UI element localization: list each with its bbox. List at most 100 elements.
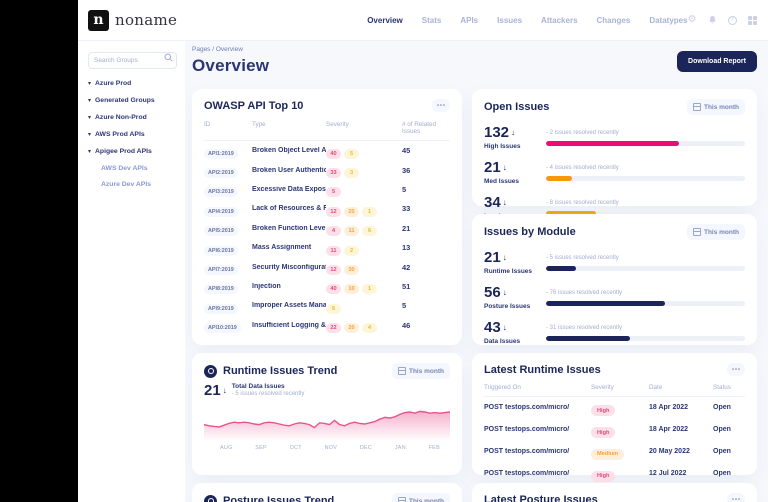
stat-value: 132↓ [484, 125, 546, 140]
sidebar-group-generated-groups[interactable]: ▾Generated Groups [88, 97, 177, 104]
owasp-row[interactable]: API8:2019Injection4010151 [204, 277, 450, 296]
owasp-row[interactable]: API6:2019Mass Assignment11213 [204, 238, 450, 257]
download-report-button[interactable]: Download Report [677, 51, 757, 72]
owasp-id-chip: API8:2019 [204, 284, 238, 294]
posture-trend-period-button[interactable]: This month [392, 493, 450, 502]
owasp-row[interactable]: API2:2019Broken User Authentication33336 [204, 160, 450, 179]
open-issues-list: 132↓High Issues- 2 issues resolved recen… [484, 125, 745, 220]
owasp-total: 33 [402, 204, 450, 213]
owasp-total: 46 [402, 321, 450, 330]
col-severity: Severity [326, 121, 402, 135]
help-icon[interactable]: ? [728, 16, 737, 25]
runtime-trend-title: Runtime Issues Trend [223, 365, 337, 377]
runtime-trend-label: Total Data Issues [232, 383, 305, 390]
owasp-severity-badges: 22204 [326, 316, 402, 334]
latest-runtime-menu-button[interactable]: ⋯ [727, 363, 745, 376]
severity-badge-med: Medium [591, 449, 624, 460]
latest-runtime-row[interactable]: POST testops.com/micro/High18 Apr 2022Op… [484, 397, 745, 419]
severity-badge-high: 40 [326, 149, 341, 159]
stat-value: 21↓ [484, 250, 546, 265]
letterbox-strip [0, 0, 78, 502]
caret-down-icon: ▾ [88, 97, 91, 104]
breadcrumb[interactable]: Pages / Overview [192, 46, 269, 53]
stat-label: Runtime Issues [484, 268, 546, 275]
sidebar-group-azure-prod[interactable]: ▾Azure Prod [88, 80, 177, 87]
severity-badge-high: 12 [326, 265, 341, 275]
owasp-severity-badges: 4116 [326, 219, 402, 237]
x-tick-nov: NOV [325, 445, 338, 451]
chart-area-fill [204, 411, 450, 441]
owasp-row[interactable]: API7:2019Security Misconfiguration123042 [204, 257, 450, 276]
owasp-row[interactable]: API4:2019Lack of Resources & Rate Limiti… [204, 199, 450, 218]
runtime-trend-value: 21↓ [204, 383, 227, 398]
stat-note: - 5 issues resolved recently [546, 255, 745, 261]
stat-label: High Issues [484, 143, 546, 150]
nav-tab-apis[interactable]: APIs [460, 16, 478, 25]
x-tick-oct: OCT [290, 445, 302, 451]
owasp-severity-badges: 1230 [326, 258, 402, 276]
owasp-severity-badges: 40101 [326, 277, 402, 295]
stat-note: - 76 issues resolved recently [546, 290, 745, 296]
owasp-type: Excessive Data Exposure [252, 186, 326, 193]
nav-tab-datatypes[interactable]: Datatypes [649, 16, 687, 25]
calendar-icon [398, 497, 406, 502]
stat-runtime-issues: 21↓ Runtime Issues - 5 issues resolved rec… [484, 250, 745, 275]
sidebar-group-aws-prod-apis[interactable]: ▾AWS Prod APIs [88, 131, 177, 138]
owasp-total: 5 [402, 301, 450, 310]
owasp-id-chip: API6:2019 [204, 246, 238, 256]
severity-badge-med: 11 [344, 226, 359, 236]
owasp-row[interactable]: API5:2019Broken Function Level Authoriza… [204, 219, 450, 238]
severity-badge-high: 22 [326, 323, 341, 333]
owasp-row[interactable]: API9:2019Improper Assets Management55 [204, 296, 450, 315]
runtime-trend-chart [204, 399, 450, 441]
col--of-related-issues: # of Related Issues [402, 121, 450, 135]
stat-value: 21↓ [484, 160, 546, 175]
owasp-severity-badges: 333 [326, 161, 402, 179]
latest-posture-menu-button[interactable]: ⋯ [727, 493, 745, 502]
down-arrow-icon: ↓ [223, 387, 227, 395]
target-icon [204, 495, 217, 502]
sidebar-group-apigee-prod-apis[interactable]: ▾Apigee Prod APIs [88, 148, 177, 155]
owasp-type: Mass Assignment [252, 244, 326, 251]
owasp-row[interactable]: API10:2019Insufficient Logging & Monitor… [204, 316, 450, 335]
open-issues-period-button[interactable]: This month [687, 99, 745, 115]
latest-posture-issues-card: Latest Posture Issues ⋯ [472, 483, 757, 502]
apps-grid-icon[interactable] [748, 16, 757, 25]
gear-icon[interactable]: ⚙ [688, 15, 697, 25]
issues-by-module-title: Issues by Module [484, 226, 576, 238]
runtime-trend-note: - 5 issues resolved recently [232, 391, 305, 397]
owasp-type: Broken Object Level Authorization [252, 147, 326, 154]
owasp-type: Improper Assets Management [252, 302, 326, 309]
owasp-total: 42 [402, 263, 450, 272]
progress-track [546, 176, 745, 181]
page-title: Overview [192, 56, 269, 76]
owasp-row[interactable]: API3:2019Excessive Data Exposure55 [204, 180, 450, 199]
col-status: Status [713, 384, 745, 391]
stat-med-issues: 21↓Med Issues- 4 issues resolved recentl… [484, 160, 745, 185]
sidebar-subgroup-azure-dev-apis[interactable]: Azure Dev APIs [101, 181, 177, 188]
sidebar-subgroup-aws-dev-apis[interactable]: AWS Dev APIs [101, 165, 177, 172]
latest-runtime-row[interactable]: POST testops.com/micro/High18 Apr 2022Op… [484, 419, 745, 441]
bell-icon[interactable] [708, 15, 717, 25]
latest-runtime-row[interactable]: POST testops.com/micro/Medium20 May 2022… [484, 441, 745, 463]
sidebar-group-label: Azure Prod [95, 80, 131, 87]
nav-tab-stats[interactable]: Stats [422, 16, 442, 25]
owasp-row[interactable]: API1:2019Broken Object Level Authorizati… [204, 141, 450, 160]
owasp-menu-button[interactable]: ⋯ [432, 99, 450, 112]
x-tick-jan: JAN [395, 445, 406, 451]
sidebar-group-azure-non-prod[interactable]: ▾Azure Non-Prod [88, 114, 177, 121]
nav-tab-attackers[interactable]: Attackers [541, 16, 577, 25]
latest-runtime-row[interactable]: POST testops.com/micro/High12 Jul 2022Op… [484, 462, 745, 484]
owasp-id-chip: API5:2019 [204, 226, 238, 236]
issues-by-module-period-button[interactable]: This month [687, 224, 745, 240]
down-arrow-icon: ↓ [503, 324, 507, 332]
nav-tab-overview[interactable]: Overview [367, 16, 403, 25]
topbar: n noname Overview Stats APIs Issues Attacker… [78, 0, 768, 41]
nav-tab-issues[interactable]: Issues [497, 16, 522, 25]
brand[interactable]: n noname [88, 10, 177, 31]
latest-runtime-table-body: POST testops.com/micro/High18 Apr 2022Op… [484, 397, 745, 484]
card-grid: OWASP API Top 10 ⋯ IDTypeSeverity# of Re… [192, 89, 757, 502]
runtime-trend-period-button[interactable]: This month [392, 363, 450, 379]
issue-endpoint: POST testops.com/micro/ [484, 470, 591, 477]
nav-tab-changes[interactable]: Changes [597, 16, 631, 25]
